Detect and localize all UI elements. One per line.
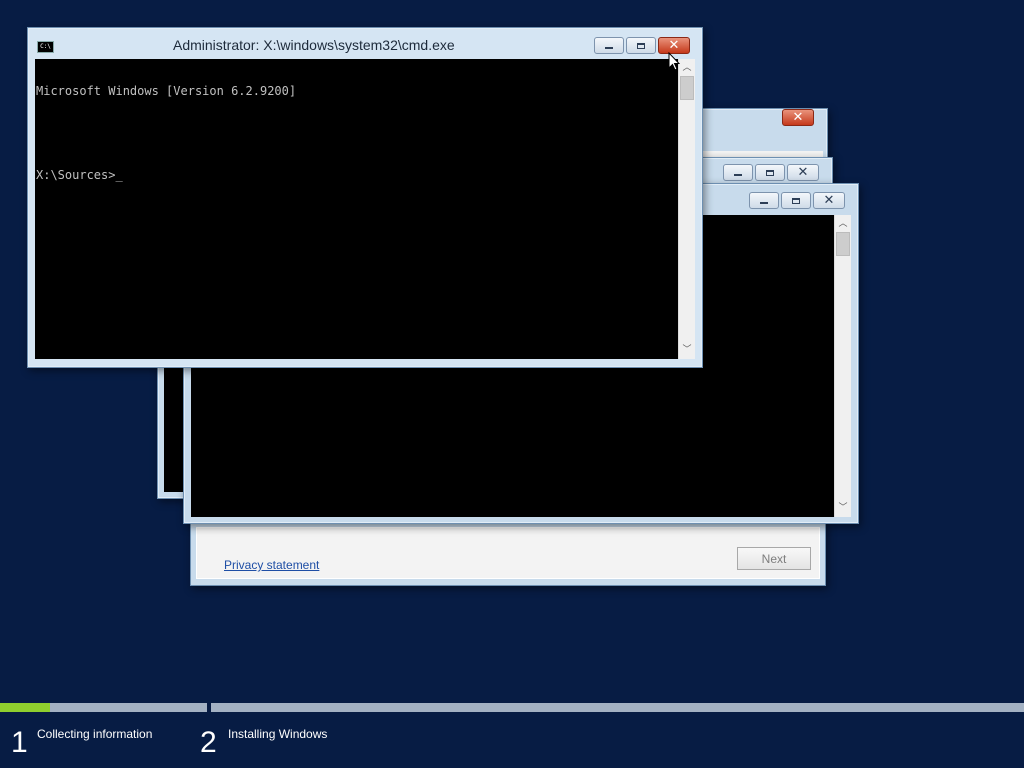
close-button[interactable]: ✕ bbox=[813, 192, 845, 209]
progress-track-step1 bbox=[0, 703, 207, 712]
setup-close-button[interactable]: ✕ bbox=[782, 109, 814, 126]
window-title: Administrator: X:\windows\system32\cmd.e… bbox=[173, 37, 455, 53]
minimize-button[interactable] bbox=[749, 192, 779, 209]
minimize-icon bbox=[605, 47, 613, 49]
maximize-icon bbox=[792, 197, 800, 204]
next-button[interactable]: Next bbox=[737, 547, 811, 570]
close-icon: ✕ bbox=[792, 110, 804, 125]
close-icon: ✕ bbox=[797, 165, 809, 180]
vertical-scrollbar[interactable]: ︿ ﹀ bbox=[834, 215, 851, 517]
progress-fill-step1 bbox=[0, 703, 50, 712]
scroll-up-icon[interactable]: ︿ bbox=[835, 217, 851, 231]
maximize-icon bbox=[637, 42, 645, 49]
step-label: Collecting information bbox=[37, 727, 153, 741]
maximize-button[interactable] bbox=[781, 192, 811, 209]
vertical-scrollbar[interactable]: ︿ ﹀ bbox=[678, 59, 695, 359]
close-icon: ✕ bbox=[668, 38, 680, 53]
setup-dialog-footer: Privacy statement Next bbox=[190, 520, 826, 586]
console-line: Microsoft Windows [Version 6.2.9200] bbox=[36, 84, 297, 98]
maximize-button[interactable] bbox=[626, 37, 656, 54]
console-area[interactable]: Microsoft Windows [Version 6.2.9200] X:\… bbox=[35, 59, 678, 359]
close-button[interactable]: ✕ bbox=[787, 164, 819, 181]
setup-dialog: ✕ bbox=[700, 108, 828, 160]
maximize-button[interactable] bbox=[755, 164, 785, 181]
cmd-window: C:\ Administrator: X:\windows\system32\c… bbox=[27, 27, 703, 368]
privacy-statement-link[interactable]: Privacy statement bbox=[224, 558, 319, 572]
minimize-button[interactable] bbox=[594, 37, 624, 54]
step-number: 1 bbox=[11, 726, 28, 759]
minimize-icon bbox=[760, 202, 768, 204]
mouse-pointer-icon bbox=[668, 52, 680, 71]
close-icon: ✕ bbox=[823, 193, 835, 208]
scroll-down-icon[interactable]: ﹀ bbox=[835, 501, 851, 515]
minimize-button[interactable] bbox=[723, 164, 753, 181]
scrollbar-thumb[interactable] bbox=[680, 76, 694, 100]
cmd-icon: C:\ bbox=[37, 41, 54, 53]
scroll-down-icon[interactable]: ﹀ bbox=[679, 343, 695, 357]
console-prompt: X:\Sources>_ bbox=[36, 168, 123, 182]
scrollbar-thumb[interactable] bbox=[836, 232, 850, 256]
minimize-icon bbox=[734, 174, 742, 176]
maximize-icon bbox=[766, 169, 774, 176]
step-number: 2 bbox=[200, 726, 217, 759]
scroll-up-icon[interactable]: ︿ bbox=[679, 61, 695, 75]
progress-track-step2 bbox=[211, 703, 1024, 712]
step-label: Installing Windows bbox=[228, 727, 328, 741]
